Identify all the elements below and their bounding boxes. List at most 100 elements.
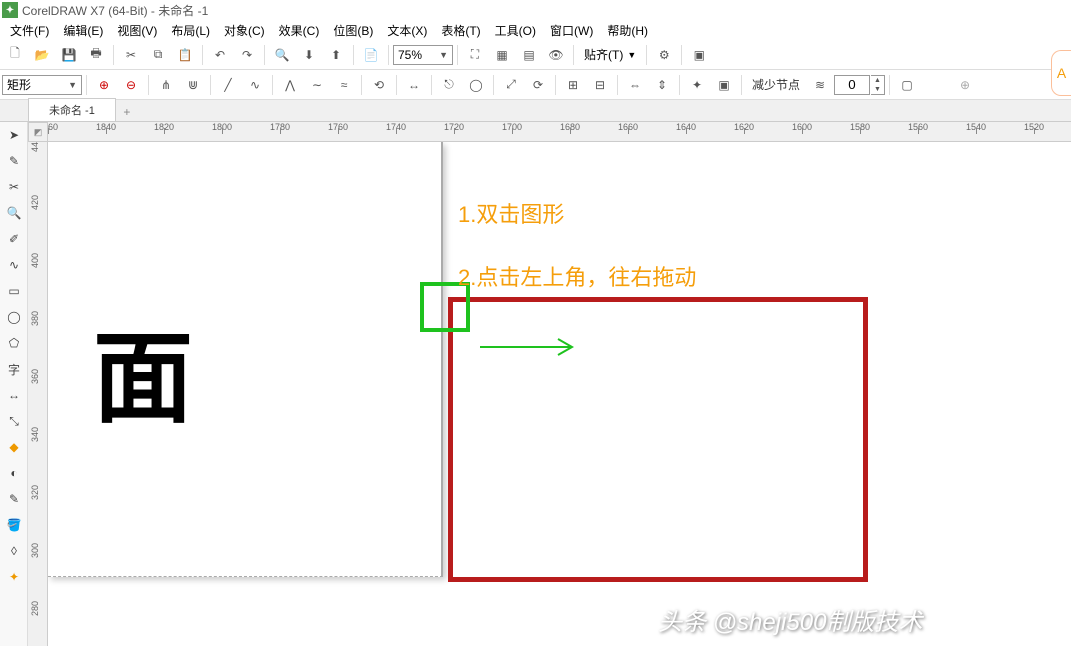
- effects-tool-icon[interactable]: ◆: [0, 434, 28, 460]
- curve-icon[interactable]: ∿: [242, 72, 268, 98]
- stretch-icon[interactable]: ⤢: [498, 72, 524, 98]
- publish-icon[interactable]: 📄: [358, 42, 384, 68]
- print-icon[interactable]: 🖶: [83, 42, 109, 68]
- menu-layout[interactable]: 布局(L): [165, 20, 216, 41]
- save-icon[interactable]: 💾: [56, 42, 82, 68]
- tab-active[interactable]: 未命名 -1: [28, 98, 116, 121]
- menu-effects[interactable]: 效果(C): [273, 20, 326, 41]
- menu-object[interactable]: 对象(C): [218, 20, 271, 41]
- ruler-h-tick: 1740: [376, 122, 416, 132]
- break-node-icon[interactable]: ⋔: [153, 72, 179, 98]
- zoom-tool-icon[interactable]: 🔍: [0, 200, 28, 226]
- canvas[interactable]: 面 1.双击图形 2.点击左上角，往右拖动 头条 @sheji500制版技术: [48, 142, 1071, 646]
- rotate-icon[interactable]: ⟳: [525, 72, 551, 98]
- reflect-v-icon[interactable]: ⇕: [649, 72, 675, 98]
- menu-view[interactable]: 视图(V): [111, 20, 163, 41]
- transparency-tool-icon[interactable]: ◐: [0, 460, 28, 486]
- grid-icon[interactable]: ▤: [516, 42, 542, 68]
- join-node-icon[interactable]: ⋓: [180, 72, 206, 98]
- polygon-tool-icon[interactable]: ⬠: [0, 330, 28, 356]
- menu-file[interactable]: 文件(F): [4, 20, 55, 41]
- curve-pref-icon[interactable]: ≋: [807, 72, 833, 98]
- symm-icon[interactable]: ≈: [331, 72, 357, 98]
- new-icon[interactable]: 🗋: [2, 42, 28, 68]
- line-icon[interactable]: ╱: [215, 72, 241, 98]
- ruler-v-tick: 420: [30, 180, 40, 210]
- fill-tool-icon[interactable]: 🪣: [0, 512, 28, 538]
- pick-tool-icon[interactable]: ➤: [0, 122, 28, 148]
- ruler-v-tick: 380: [30, 296, 40, 326]
- node-del-icon[interactable]: ⊖: [118, 72, 144, 98]
- import-icon[interactable]: ⬇: [296, 42, 322, 68]
- crop-tool-icon[interactable]: ✂: [0, 174, 28, 200]
- paste-icon[interactable]: 📋: [172, 42, 198, 68]
- freehand-tool-icon[interactable]: ✐: [0, 226, 28, 252]
- bbox-icon[interactable]: ▢: [894, 72, 920, 98]
- ruler-v-tick: 300: [30, 528, 40, 558]
- reflect-h-icon[interactable]: ⇔: [622, 72, 648, 98]
- reduce-nodes-input[interactable]: [834, 75, 870, 95]
- cut-icon[interactable]: ✂: [118, 42, 144, 68]
- ruler-h-tick: 1540: [956, 122, 996, 132]
- menu-window[interactable]: 窗口(W): [544, 20, 599, 41]
- menu-bitmap[interactable]: 位图(B): [327, 20, 379, 41]
- reduce-nodes-label: 减少节点: [746, 76, 806, 93]
- menubar: 文件(F) 编辑(E) 视图(V) 布局(L) 对象(C) 效果(C) 位图(B…: [0, 20, 1071, 40]
- export-icon[interactable]: ⬆: [323, 42, 349, 68]
- connector-tool-icon[interactable]: ⤡: [0, 408, 28, 434]
- node-add-icon[interactable]: ⊕: [91, 72, 117, 98]
- close-path-icon[interactable]: ◯: [463, 72, 489, 98]
- copy-icon[interactable]: ⧉: [145, 42, 171, 68]
- extract-icon[interactable]: ⎋: [436, 72, 462, 98]
- ruler-v-tick: 400: [30, 238, 40, 268]
- annotation-2: 2.点击左上角，往右拖动: [458, 260, 696, 292]
- snap-button[interactable]: 贴齐(T) ▼: [578, 44, 642, 65]
- smooth-icon[interactable]: ∼: [304, 72, 330, 98]
- shape-select[interactable]: 矩形▼: [2, 75, 82, 95]
- arrow-right-icon: [480, 337, 580, 357]
- options-icon[interactable]: ⚙: [651, 42, 677, 68]
- reduce-stepper[interactable]: ▲▼: [871, 75, 885, 95]
- shape-tool-icon[interactable]: ✎: [0, 148, 28, 174]
- preview-icon[interactable]: 👁: [543, 42, 569, 68]
- ruler-corner[interactable]: ◩: [28, 122, 48, 142]
- launcher-icon[interactable]: ▣: [686, 42, 712, 68]
- rulers-icon[interactable]: ▦: [489, 42, 515, 68]
- outline-tool-icon[interactable]: ◊: [0, 538, 28, 564]
- fullscreen-icon[interactable]: ⛶: [462, 42, 488, 68]
- ruler-v-tick: 320: [30, 470, 40, 500]
- quick-panel-toggle[interactable]: A: [1051, 50, 1071, 96]
- reverse-icon[interactable]: ⟲: [366, 72, 392, 98]
- select-all-icon[interactable]: ▣: [711, 72, 737, 98]
- tab-add-button[interactable]: +: [116, 103, 138, 121]
- add-button[interactable]: ⊕: [952, 72, 978, 98]
- halign-icon[interactable]: ⊟: [587, 72, 613, 98]
- more-tool-icon[interactable]: ✦: [0, 564, 28, 590]
- dimension-tool-icon[interactable]: ↔: [0, 382, 28, 408]
- search-icon[interactable]: 🔍: [269, 42, 295, 68]
- extend-icon[interactable]: ↔: [401, 72, 427, 98]
- menu-tools[interactable]: 工具(O): [489, 20, 542, 41]
- elastic-icon[interactable]: ✦: [684, 72, 710, 98]
- ruler-h-tick: 1660: [608, 122, 648, 132]
- ruler-vertical[interactable]: 440420400380360340320300280: [28, 142, 48, 646]
- menu-table[interactable]: 表格(T): [435, 20, 486, 41]
- ellipse-tool-icon[interactable]: ◯: [0, 304, 28, 330]
- app-icon: ✦: [2, 2, 18, 18]
- menu-help[interactable]: 帮助(H): [601, 20, 654, 41]
- menu-text[interactable]: 文本(X): [381, 20, 433, 41]
- ruler-h-tick: 1720: [434, 122, 474, 132]
- smart-tool-icon[interactable]: ∿: [0, 252, 28, 278]
- text-tool-icon[interactable]: 字: [0, 356, 28, 382]
- zoom-input[interactable]: 75%▼: [393, 45, 453, 65]
- open-icon[interactable]: 📂: [29, 42, 55, 68]
- redo-icon[interactable]: ↷: [234, 42, 260, 68]
- ruler-horizontal[interactable]: 1860184018201800178017601740172017001680…: [48, 122, 1071, 142]
- rectangle-tool-icon[interactable]: ▭: [0, 278, 28, 304]
- menu-edit[interactable]: 编辑(E): [57, 20, 109, 41]
- cusp-icon[interactable]: ⋀: [277, 72, 303, 98]
- ruler-h-tick: 1780: [260, 122, 300, 132]
- eyedropper-tool-icon[interactable]: ✎: [0, 486, 28, 512]
- align-icon[interactable]: ⊞: [560, 72, 586, 98]
- undo-icon[interactable]: ↶: [207, 42, 233, 68]
